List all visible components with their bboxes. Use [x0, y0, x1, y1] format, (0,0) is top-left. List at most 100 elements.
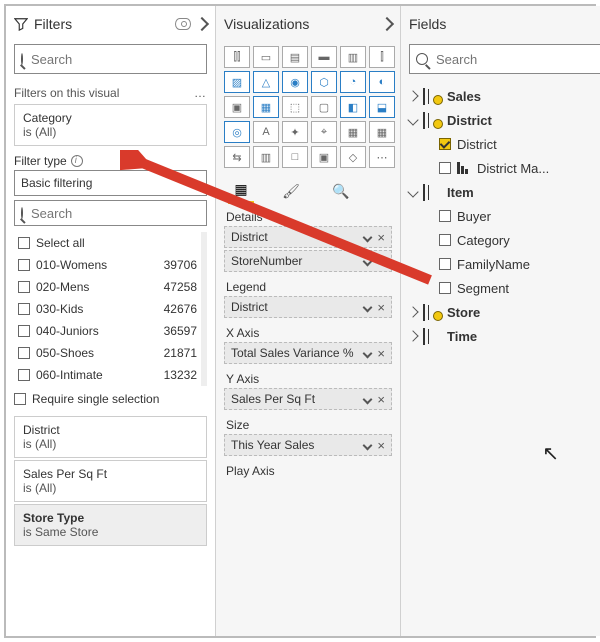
- filter-value-row[interactable]: 020-Mens47258: [14, 276, 201, 298]
- field-well[interactable]: StoreNumber×: [224, 250, 392, 272]
- field-row[interactable]: District Ma...: [405, 156, 600, 180]
- viz-type-icon[interactable]: ◐: [369, 71, 395, 93]
- table-row[interactable]: Store: [405, 300, 600, 324]
- filter-card-district[interactable]: District is (All): [14, 416, 207, 458]
- fields-search-input[interactable]: [434, 51, 600, 68]
- chevron-icon[interactable]: [407, 90, 418, 101]
- checkbox[interactable]: [439, 138, 451, 150]
- checkbox[interactable]: [439, 162, 451, 174]
- field-row[interactable]: District: [405, 132, 600, 156]
- checkbox[interactable]: [439, 210, 451, 222]
- viz-type-icon[interactable]: ◔: [340, 71, 366, 93]
- field-well[interactable]: District×: [224, 296, 392, 318]
- collapse-viz-icon[interactable]: [380, 17, 394, 31]
- chevron-down-icon[interactable]: [363, 232, 373, 242]
- viz-type-icon[interactable]: ⬚: [282, 96, 308, 118]
- chevron-down-icon[interactable]: [363, 440, 373, 450]
- viz-type-icon[interactable]: ⌖: [311, 121, 337, 143]
- filter-value-row[interactable]: 060-Intimate13232: [14, 364, 201, 386]
- remove-icon[interactable]: ×: [377, 347, 385, 360]
- field-row[interactable]: FamilyName: [405, 252, 600, 276]
- filter-card-spsf[interactable]: Sales Per Sq Ft is (All): [14, 460, 207, 502]
- info-icon[interactable]: [71, 155, 83, 167]
- field-well[interactable]: This Year Sales×: [224, 434, 392, 456]
- filter-type-dropdown[interactable]: Basic filtering: [14, 170, 207, 196]
- chevron-down-icon[interactable]: [363, 256, 373, 266]
- chevron-icon[interactable]: [407, 114, 418, 125]
- field-row[interactable]: Segment: [405, 276, 600, 300]
- viz-type-icon[interactable]: ▦: [369, 121, 395, 143]
- checkbox[interactable]: [18, 303, 30, 315]
- remove-icon[interactable]: ×: [377, 439, 385, 452]
- chevron-icon[interactable]: [407, 186, 418, 197]
- checkbox[interactable]: [439, 234, 451, 246]
- checkbox[interactable]: [439, 282, 451, 294]
- filter-value-row[interactable]: 040-Juniors36597: [14, 320, 201, 342]
- field-well[interactable]: Sales Per Sq Ft×: [224, 388, 392, 410]
- values-search[interactable]: [14, 200, 207, 226]
- table-row[interactable]: Time: [405, 324, 600, 348]
- viz-type-icon[interactable]: ⇆: [224, 146, 250, 168]
- viz-type-icon[interactable]: ⬡: [311, 71, 337, 93]
- fields-search[interactable]: [409, 44, 600, 74]
- field-row[interactable]: Buyer: [405, 204, 600, 228]
- filter-value-row[interactable]: 050-Shoes21871: [14, 342, 201, 364]
- viz-type-icon[interactable]: A: [253, 121, 279, 143]
- table-row[interactable]: District: [405, 108, 600, 132]
- checkbox[interactable]: [18, 325, 30, 337]
- section-menu-icon[interactable]: …: [194, 86, 207, 100]
- checkbox[interactable]: [18, 281, 30, 293]
- filter-value-row[interactable]: 030-Kids42676: [14, 298, 201, 320]
- viz-type-icon[interactable]: ◧: [340, 96, 366, 118]
- viz-type-icon[interactable]: ▦: [340, 121, 366, 143]
- checkbox[interactable]: [18, 369, 30, 381]
- viz-type-icon[interactable]: ⫿: [369, 46, 395, 68]
- viz-type-icon[interactable]: ⫿⫿: [224, 46, 250, 68]
- field-well[interactable]: District×: [224, 226, 392, 248]
- viz-type-icon[interactable]: ▦: [253, 96, 279, 118]
- remove-icon[interactable]: ×: [377, 231, 385, 244]
- viz-type-icon[interactable]: ▤: [282, 46, 308, 68]
- require-single-row[interactable]: Require single selection: [14, 392, 207, 406]
- collapse-filters-icon[interactable]: [195, 17, 209, 31]
- viz-type-icon[interactable]: ⬓: [369, 96, 395, 118]
- field-row[interactable]: Category: [405, 228, 600, 252]
- table-row[interactable]: Item: [405, 180, 600, 204]
- viz-type-icon[interactable]: ◉: [282, 71, 308, 93]
- checkbox[interactable]: [18, 237, 30, 249]
- filter-card-category[interactable]: Category is (All): [14, 104, 207, 146]
- chevron-icon[interactable]: [407, 306, 418, 317]
- viz-type-icon[interactable]: ▥: [253, 146, 279, 168]
- analytics-tab[interactable]: 🔍: [328, 178, 354, 204]
- chevron-down-icon[interactable]: [363, 348, 373, 358]
- scrollbar-thumb[interactable]: [201, 236, 207, 286]
- checkbox[interactable]: [14, 393, 26, 405]
- checkbox[interactable]: [439, 258, 451, 270]
- checkbox[interactable]: [18, 347, 30, 359]
- remove-icon[interactable]: ×: [377, 301, 385, 314]
- viz-type-icon[interactable]: ▢: [311, 96, 337, 118]
- eye-icon[interactable]: [175, 18, 191, 30]
- viz-type-icon[interactable]: ▨: [224, 71, 250, 93]
- viz-type-icon[interactable]: ◇: [340, 146, 366, 168]
- viz-type-icon[interactable]: ▣: [224, 96, 250, 118]
- viz-type-icon[interactable]: ▥: [340, 46, 366, 68]
- filter-card-storetype[interactable]: Store Type is Same Store: [14, 504, 207, 546]
- viz-type-icon[interactable]: △: [253, 71, 279, 93]
- chevron-down-icon[interactable]: [363, 302, 373, 312]
- remove-icon[interactable]: ×: [377, 255, 385, 268]
- viz-type-icon[interactable]: ✦: [282, 121, 308, 143]
- format-tab[interactable]: 🖌: [278, 178, 304, 204]
- viz-type-icon[interactable]: ⋯: [369, 146, 395, 168]
- checkbox[interactable]: [18, 259, 30, 271]
- remove-icon[interactable]: ×: [377, 393, 385, 406]
- viz-type-icon[interactable]: ▭: [253, 46, 279, 68]
- chevron-icon[interactable]: [407, 330, 418, 341]
- filters-search[interactable]: [14, 44, 207, 74]
- field-well[interactable]: Total Sales Variance %×: [224, 342, 392, 364]
- fields-tab[interactable]: ▦: [228, 178, 254, 204]
- viz-type-icon[interactable]: ◎: [224, 121, 250, 143]
- viz-type-icon[interactable]: ▣: [311, 146, 337, 168]
- chevron-down-icon[interactable]: [363, 394, 373, 404]
- filters-search-input[interactable]: [29, 51, 209, 68]
